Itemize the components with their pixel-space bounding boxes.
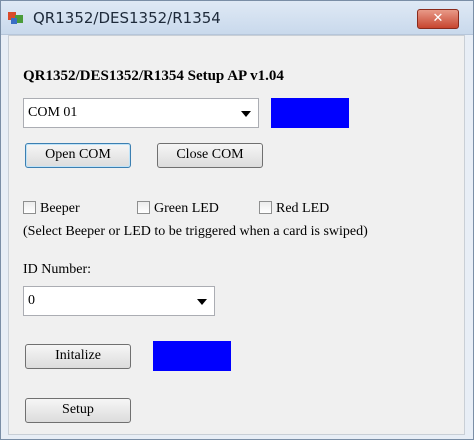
window-title: QR1352/DES1352/R1354 xyxy=(33,9,221,27)
green-led-checkbox[interactable]: Green LED xyxy=(137,201,219,217)
red-led-checkbox[interactable]: Red LED xyxy=(259,201,329,217)
close-button[interactable]: ✕ xyxy=(417,9,459,29)
app-icon xyxy=(8,12,23,24)
com-port-select[interactable]: COM 01 xyxy=(23,98,259,128)
beeper-checkbox[interactable]: Beeper xyxy=(23,201,80,217)
red-led-label: Red LED xyxy=(276,201,330,216)
id-number-select[interactable]: 0 xyxy=(23,286,215,316)
green-led-label: Green LED xyxy=(154,201,219,216)
app-heading: QR1352/DES1352/R1354 Setup AP v1.04 xyxy=(23,68,284,84)
com-status-indicator xyxy=(271,98,349,128)
chevron-down-icon xyxy=(241,111,251,117)
id-number-value: 0 xyxy=(28,293,35,308)
checkbox-box[interactable] xyxy=(259,201,272,214)
id-number-label: ID Number: xyxy=(23,262,92,277)
com-port-value: COM 01 xyxy=(28,105,78,120)
app-window: QR1352/DES1352/R1354 ✕ QR1352/DES1352/R1… xyxy=(0,0,474,440)
initialize-button[interactable]: Initalize xyxy=(25,344,131,369)
checkbox-box[interactable] xyxy=(23,201,36,214)
init-status-indicator xyxy=(153,341,231,371)
title-bar[interactable]: QR1352/DES1352/R1354 ✕ xyxy=(1,1,473,35)
open-com-button[interactable]: Open COM xyxy=(25,143,131,168)
client-area: QR1352/DES1352/R1354 Setup AP v1.04 COM … xyxy=(8,35,465,435)
close-com-button[interactable]: Close COM xyxy=(157,143,263,168)
setup-button[interactable]: Setup xyxy=(25,398,131,423)
beeper-label: Beeper xyxy=(40,201,80,216)
checkbox-box[interactable] xyxy=(137,201,150,214)
close-icon: ✕ xyxy=(432,11,444,26)
trigger-hint: (Select Beeper or LED to be triggered wh… xyxy=(23,224,368,239)
chevron-down-icon xyxy=(197,299,207,305)
